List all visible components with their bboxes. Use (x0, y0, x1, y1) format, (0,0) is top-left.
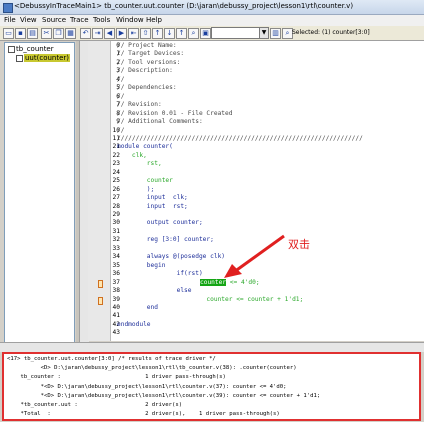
menu-file[interactable]: File (4, 16, 16, 24)
window-title: <DebussyInTraceMain1> tb_counter.uut.cou… (14, 2, 354, 10)
line-number: 24 (112, 168, 120, 176)
toolbar: ▭ ▪ ▤ ✂ ❐ ▦ ↶ ⇥ ◀ ▶ ⇤ ⇧ ↑ ↓ ↑ ⌕ ▣ ▼ ▥ ⌕ … (0, 26, 424, 41)
chevron-down-icon[interactable]: ▼ (259, 28, 268, 38)
cut-icon[interactable]: ✂ (41, 28, 52, 39)
code-text: always @(posedge clk) (117, 253, 226, 261)
code-text: // Dependencies: (117, 84, 177, 92)
search-icon[interactable]: ⌕ (188, 28, 199, 39)
paste-icon[interactable]: ▦ (65, 28, 76, 39)
menu-source[interactable]: Source (42, 16, 66, 24)
code-text: // Description: (117, 67, 173, 75)
code-text: counter (117, 177, 173, 185)
message-line: *Total : 2 driver(s), 1 driver pass-thro… (7, 411, 280, 418)
step-icon[interactable]: ↑ (176, 28, 187, 39)
annotation-text: 双击 (288, 238, 310, 251)
code-text: // Tool versions: (117, 58, 181, 66)
code-text: // Revision: (117, 101, 162, 109)
code-text: begin (117, 261, 166, 269)
code-text: output counter; (117, 219, 203, 227)
code-line[interactable]: 43 (88, 329, 424, 339)
code-text: input rst; (117, 202, 188, 210)
code-text: reg [3:0] counter; (117, 236, 214, 244)
message-line: tb_counter : 1 driver pass-through(s) (7, 374, 226, 381)
code-text: input clk; (117, 194, 188, 202)
tree-root-label: tb_counter (16, 45, 54, 53)
message-pane: <17> tb_counter.uut.counter[3:0] /* resu… (2, 352, 421, 421)
title-bar: <DebussyInTraceMain1> tb_counter.uut.cou… (0, 0, 424, 15)
menu-view[interactable]: View (20, 16, 37, 24)
code-text: // Project Name: (117, 42, 177, 49)
load-icon[interactable]: ⇧ (140, 28, 151, 39)
trace-icon[interactable]: ⇤ (128, 28, 139, 39)
list-icon[interactable]: ▥ (270, 28, 281, 39)
hierarchy-tree: tb_counter uut(counter) (4, 42, 75, 344)
expand-icon[interactable] (8, 45, 15, 53)
driver-icon[interactable]: ⇥ (92, 28, 103, 39)
horizontal-scrollbar[interactable] (0, 342, 424, 352)
code-text: // (117, 126, 125, 134)
down-icon[interactable]: ↓ (164, 28, 175, 39)
module-icon (16, 54, 23, 62)
message-line: *<D> D:\jaran\debussy_project\lesson1\rt… (7, 392, 321, 399)
print-icon[interactable]: ▤ (27, 28, 38, 39)
clip-icon[interactable]: ▣ (200, 28, 211, 39)
source-pane[interactable]: 0// Project Name: 1// Target Devices: 2// … (88, 41, 424, 341)
code-text: counter <= counter + 1'd1; (117, 295, 304, 303)
code-text: rst, (117, 160, 162, 168)
code-text: // (117, 92, 125, 100)
open-icon[interactable]: ▭ (3, 28, 14, 39)
forward-icon[interactable]: ▶ (116, 28, 127, 39)
back-icon[interactable]: ◀ (104, 28, 115, 39)
menu-tools[interactable]: Tools (93, 16, 110, 24)
tree-child-label: uut(counter) (24, 54, 71, 62)
code-text: // (117, 75, 125, 83)
message-line: <17> tb_counter.uut.counter[3:0] /* resu… (7, 356, 216, 362)
code-text: else (117, 287, 192, 295)
line-number: 43 (112, 329, 120, 337)
up-icon[interactable]: ↑ (152, 28, 163, 39)
line-number: 29 (112, 211, 120, 218)
code-text: module counter( (117, 143, 173, 151)
code-text: clk, (117, 151, 147, 159)
annotation-arrow (224, 234, 285, 278)
code-text: endmodule (117, 320, 151, 328)
selected-status: Selected: (1) counter[3:0] (292, 29, 370, 36)
tree-child[interactable]: uut(counter) (16, 54, 71, 62)
line-number: 41 (112, 312, 120, 320)
menu-bar: File View Source Trace Tools Window Help (0, 15, 424, 26)
message-line: *<D> D:\jaran\debussy_project\lesson1\rt… (7, 383, 287, 390)
code-text: end (117, 303, 158, 311)
code-text: // Target Devices: (117, 50, 185, 58)
undo-icon[interactable]: ↶ (80, 28, 91, 39)
code-text: ); (117, 185, 155, 193)
trace-combo[interactable]: ▼ (211, 27, 269, 39)
copy-icon[interactable]: ❐ (53, 28, 64, 39)
code-text: ////////////////////////////////////////… (117, 134, 363, 142)
code-text: // Revision 0.01 - File Created (117, 109, 233, 117)
message-line: *tb_counter.uut : 2 driver(s) (7, 402, 183, 408)
line-number: 33 (112, 244, 120, 252)
menu-window[interactable]: Window (116, 16, 144, 24)
line-number: 31 (112, 227, 120, 235)
line-number: 37 (112, 278, 120, 286)
app-icon (3, 3, 13, 13)
menu-help[interactable]: Help (146, 16, 162, 24)
tree-root[interactable]: tb_counter (8, 45, 54, 53)
code-text: // Additional Comments: (117, 118, 203, 126)
message-line: <D> D:\jaran\debussy_project\lesson1\rtl… (7, 365, 297, 372)
menu-trace[interactable]: Trace (70, 16, 89, 24)
save-icon[interactable]: ▪ (15, 28, 26, 39)
code-text: if(rst) (117, 270, 203, 278)
